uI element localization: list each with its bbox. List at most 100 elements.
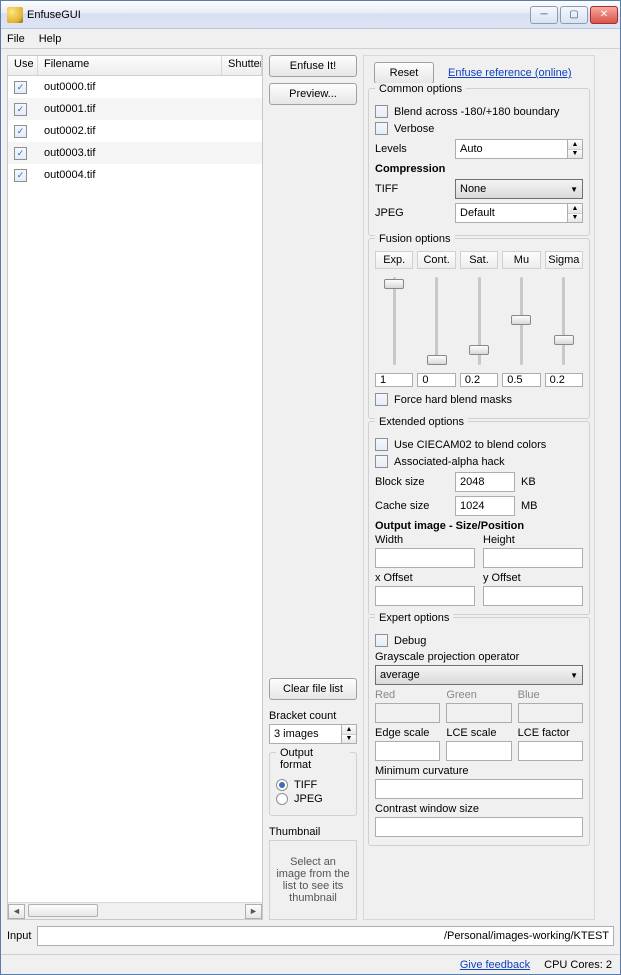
contrast-window-input[interactable] [375, 817, 583, 837]
slider-value-sigma[interactable]: 0.2 [545, 373, 583, 387]
scroll-left-icon[interactable]: ◄ [8, 904, 25, 919]
width-input[interactable] [375, 548, 475, 568]
reset-button[interactable]: Reset [374, 62, 434, 84]
table-row[interactable]: ✓out0002.tif [8, 120, 262, 142]
slider-value-cont[interactable]: 0 [417, 373, 455, 387]
app-window: EnfuseGUI ─ ▢ ✕ File Help Use Filename S… [0, 0, 621, 975]
block-size-input[interactable]: 2048 [455, 472, 515, 492]
use-checkbox[interactable]: ✓ [14, 169, 27, 182]
table-row[interactable]: ✓ out0000.tif [8, 76, 262, 98]
force-hard-blend-checkbox[interactable] [375, 393, 388, 406]
y-offset-input[interactable] [483, 586, 583, 606]
spin-down-icon[interactable]: ▼ [342, 735, 356, 744]
height-input[interactable] [483, 548, 583, 568]
filename-cell: out0004.tif [38, 169, 222, 181]
col-filename[interactable]: Filename [38, 56, 222, 75]
slider-header-exp: Exp. [375, 251, 413, 269]
slider-exp[interactable] [384, 275, 404, 367]
levels-spinner[interactable]: Auto▲▼ [455, 139, 583, 159]
scroll-right-icon[interactable]: ► [245, 904, 262, 919]
menu-help[interactable]: Help [39, 33, 62, 45]
thumbnail-label: Thumbnail [269, 826, 357, 838]
blue-input [518, 703, 583, 723]
filename-cell: out0003.tif [38, 147, 222, 159]
compression-heading: Compression [375, 163, 583, 175]
minimize-button[interactable]: ─ [530, 6, 558, 24]
lce-factor-input[interactable] [518, 741, 583, 761]
use-checkbox[interactable]: ✓ [14, 103, 27, 116]
enfuse-reference-link[interactable]: Enfuse reference (online) [448, 67, 572, 79]
app-icon [7, 7, 23, 23]
menu-bar: File Help [1, 29, 620, 49]
slider-value-exp[interactable]: 1 [375, 373, 413, 387]
use-checkbox[interactable]: ✓ [14, 147, 27, 160]
col-shutter[interactable]: Shutter [222, 56, 262, 75]
verbose-checkbox[interactable] [375, 122, 388, 135]
cpu-cores-status: CPU Cores: 2 [544, 959, 612, 971]
blend-across-checkbox[interactable] [375, 105, 388, 118]
expert-options-group: Expert options Debug Grayscale projectio… [368, 617, 590, 846]
horizontal-scrollbar[interactable]: ◄ ► [8, 902, 262, 919]
use-checkbox[interactable]: ✓ [14, 81, 27, 94]
input-row: Input /Personal/images-working/KTEST [7, 924, 614, 948]
give-feedback-link[interactable]: Give feedback [460, 959, 530, 971]
table-row[interactable]: ✓ out0004.tif [8, 164, 262, 186]
chevron-down-icon: ▼ [570, 671, 578, 680]
slider-value-sat[interactable]: 0.2 [460, 373, 498, 387]
options-panel: Reset Enfuse reference (online) Common o… [363, 55, 595, 920]
bracket-count-label: Bracket count [269, 710, 357, 722]
radio-jpeg[interactable] [276, 793, 288, 805]
col-use[interactable]: Use [8, 56, 38, 75]
slider-value-mu[interactable]: 0.5 [502, 373, 540, 387]
client-area: Use Filename Shutter ✓out0000.tif✓out000… [1, 49, 620, 954]
lce-scale-input[interactable] [446, 741, 511, 761]
slider-header-sat: Sat. [460, 251, 498, 269]
output-image-heading: Output image - Size/Position [375, 520, 583, 532]
ciecam-checkbox[interactable] [375, 438, 388, 451]
spin-up-icon[interactable]: ▲ [342, 725, 356, 735]
grayscale-projection-select[interactable]: average▼ [375, 665, 583, 685]
cache-size-input[interactable]: 1024 [455, 496, 515, 516]
maximize-button[interactable]: ▢ [560, 6, 588, 24]
debug-checkbox[interactable] [375, 634, 388, 647]
scroll-thumb[interactable] [28, 904, 98, 917]
slider-mu[interactable] [511, 275, 531, 367]
jpeg-compression-spinner[interactable]: Default▲▼ [455, 203, 583, 223]
file-list[interactable]: Use Filename Shutter ✓out0000.tif✓out000… [7, 55, 263, 920]
title-bar: EnfuseGUI ─ ▢ ✕ [1, 1, 620, 29]
status-bar: Give feedback CPU Cores: 2 [1, 954, 620, 974]
preview-button[interactable]: Preview... [269, 83, 357, 105]
chevron-down-icon: ▼ [570, 185, 578, 194]
bracket-count-spinner[interactable]: 3 images ▲▼ [269, 724, 357, 744]
clear-list-button[interactable]: Clear file list [269, 678, 357, 700]
table-row[interactable]: ✓ out0003.tif [8, 142, 262, 164]
use-checkbox[interactable]: ✓ [14, 125, 27, 138]
table-row[interactable]: ✓ out0001.tif [8, 98, 262, 120]
tiff-compression-select[interactable]: None▼ [455, 179, 583, 199]
assoc-alpha-checkbox[interactable] [375, 455, 388, 468]
slider-cont[interactable] [427, 275, 447, 367]
green-input [446, 703, 511, 723]
input-label: Input [7, 930, 31, 942]
filename-cell: out0000.tif [38, 81, 222, 93]
min-curvature-input[interactable] [375, 779, 583, 799]
close-button[interactable]: ✕ [590, 6, 618, 24]
slider-header-sigma: Sigma [545, 251, 583, 269]
x-offset-input[interactable] [375, 586, 475, 606]
slider-sigma[interactable] [554, 275, 574, 367]
thumbnail-box: Select an image from the list to see its… [269, 840, 357, 920]
slider-header-mu: Mu [502, 251, 540, 269]
radio-tiff[interactable] [276, 779, 288, 791]
slider-header-cont: Cont. [417, 251, 455, 269]
output-format-group: Output format TIFF JPEG [269, 752, 357, 816]
enfuse-button[interactable]: Enfuse It! [269, 55, 357, 77]
edge-scale-input[interactable] [375, 741, 440, 761]
extended-options-group: Extended options Use CIECAM02 to blend c… [368, 421, 590, 615]
window-title: EnfuseGUI [27, 9, 530, 21]
input-path-field[interactable]: /Personal/images-working/KTEST [37, 926, 614, 946]
filename-cell: out0001.tif [38, 103, 222, 115]
menu-file[interactable]: File [7, 33, 25, 45]
slider-sat[interactable] [469, 275, 489, 367]
common-options-group: Common options Blend across -180/+180 bo… [368, 88, 590, 236]
column-headers: Use Filename Shutter [8, 56, 262, 76]
